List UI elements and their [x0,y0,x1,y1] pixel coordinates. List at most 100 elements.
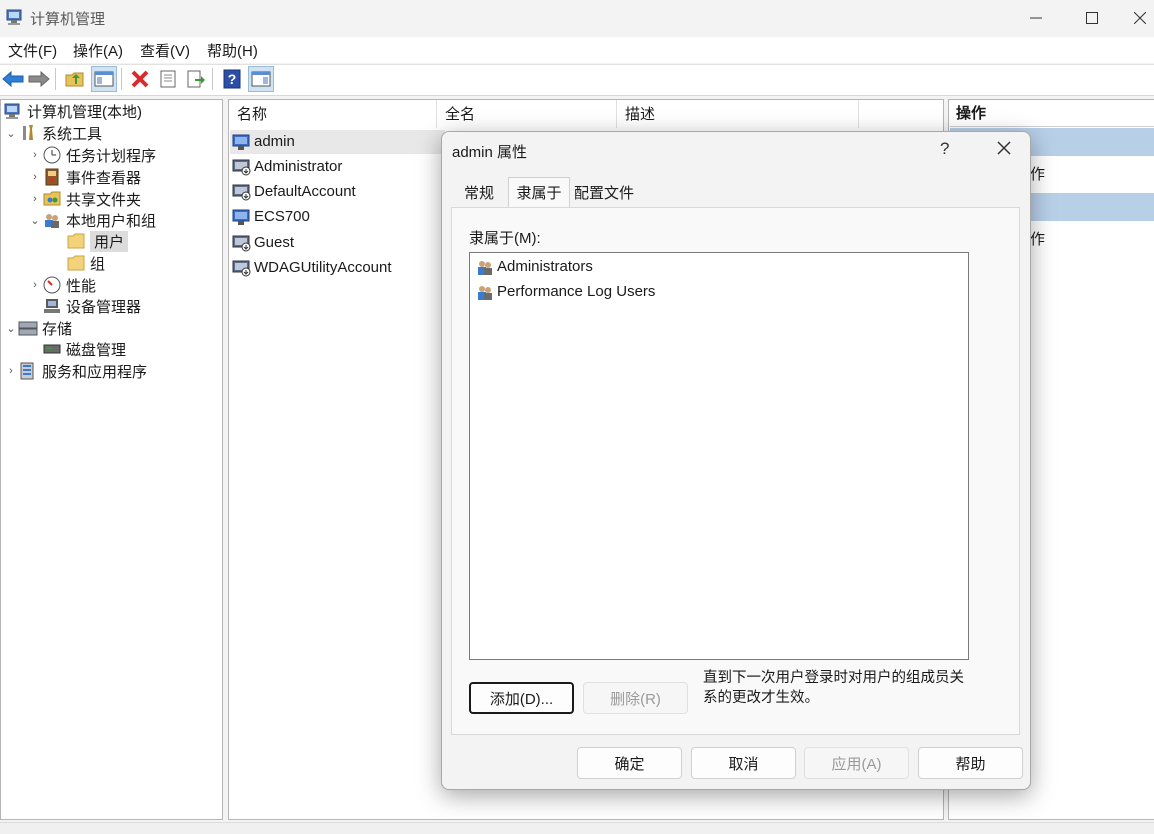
show-hide-console-tree-button[interactable] [91,66,117,92]
add-button[interactable]: 添加(D)... [469,682,574,714]
maximize-button[interactable] [1069,0,1115,36]
list-item[interactable]: WDAGUtilityAccount [232,255,392,280]
tree-item-system-tools[interactable]: ⌄ 系统工具 [4,122,102,144]
dialog-title: admin 属性 [452,144,528,161]
tree-item-label: 用户 [90,230,129,252]
chevron-right-icon[interactable]: › [28,279,42,291]
tree-item-storage[interactable]: ⌄ 存储 [4,317,72,339]
tree-item-label: 设备管理器 [66,298,142,316]
chevron-down-icon[interactable]: ⌄ [4,127,18,140]
actions-more-item[interactable]: 作 [1030,163,1045,184]
list-item[interactable]: Performance Log Users [475,279,655,304]
tools-icon [18,124,38,142]
folder-icon [66,254,86,272]
export-list-icon [187,70,205,88]
delete-button[interactable] [127,66,153,92]
tree-item-groups[interactable]: 组 [52,252,105,274]
clock-icon [42,146,62,164]
toolbar-separator [212,68,213,90]
shared-folder-icon [42,190,62,208]
back-button[interactable] [0,66,26,92]
list-item[interactable]: DefaultAccount [232,179,356,204]
tree-item-label: 组 [90,255,106,273]
tree-item-label: 性能 [66,277,97,295]
minimize-icon [1030,17,1042,19]
close-icon [997,141,1011,155]
help-button[interactable]: ? [219,66,245,92]
properties-button[interactable] [155,66,181,92]
actions-more-item[interactable]: 作 [1030,228,1045,249]
column-header-name[interactable]: 名称 [229,100,437,128]
column-header-fullname[interactable]: 全名 [437,100,617,128]
title-bar [0,0,1154,36]
forward-button[interactable] [26,66,52,92]
menu-file[interactable]: 文件(F) [8,40,57,61]
group-name: Administrators [497,258,593,275]
tree-item-label: 本地用户和组 [66,212,157,230]
tab-general[interactable]: 常规 [452,180,506,207]
user-name: WDAGUtilityAccount [254,259,392,276]
list-item[interactable]: admin [232,129,295,154]
chevron-right-icon[interactable]: › [28,149,42,161]
show-hide-action-pane-button[interactable] [248,66,274,92]
list-item[interactable]: Administrator [232,154,342,179]
dialog-close-button[interactable] [990,134,1018,162]
cancel-button[interactable]: 取消 [691,747,796,779]
tree-item-label: 事件查看器 [66,169,142,187]
group-icon [475,258,495,276]
help-button[interactable]: 帮助 [918,747,1023,779]
services-icon [18,362,38,380]
list-item[interactable]: Administrators [475,254,593,279]
menu-action[interactable]: 操作(A) [73,40,123,61]
remove-button[interactable]: 删除(R) [583,682,688,714]
tree-item-label: 任务计划程序 [66,147,157,165]
window-title: 计算机管理 [30,11,106,28]
minimize-button[interactable] [1013,0,1059,36]
chevron-right-icon[interactable]: › [28,193,42,205]
list-item[interactable]: ECS700 [232,204,310,229]
tree-item-event-viewer[interactable]: › 事件查看器 [28,166,141,188]
export-list-button[interactable] [183,66,209,92]
up-level-button[interactable] [62,66,88,92]
close-icon [1133,12,1146,24]
performance-icon [42,276,62,294]
status-bar [0,822,1154,834]
tree-item-task-scheduler[interactable]: › 任务计划程序 [28,144,156,166]
tree-root[interactable]: 计算机管理(本地) [3,100,142,122]
tree-item-local-users-groups[interactable]: ⌄ 本地用户和组 [28,209,156,231]
column-header-description[interactable]: 描述 [617,100,859,128]
chevron-right-icon[interactable]: › [4,365,18,377]
menu-view[interactable]: 查看(V) [140,40,190,61]
chevron-right-icon[interactable]: › [28,171,42,183]
delete-icon [131,70,149,88]
chevron-down-icon[interactable]: ⌄ [28,214,42,227]
member-of-list[interactable] [469,252,969,660]
folder-icon [66,232,86,250]
forward-arrow-icon [28,71,50,87]
close-button[interactable] [1125,0,1154,36]
member-of-label: 隶属于(M): [469,230,541,247]
user-icon [232,133,252,151]
user-name: ECS700 [254,208,310,225]
apply-button[interactable]: 应用(A) [804,747,909,779]
tree-item-shared-folders[interactable]: › 共享文件夹 [28,188,141,210]
tree-item-performance[interactable]: › 性能 [28,274,96,296]
list-item[interactable]: Guest [232,230,294,255]
chevron-down-icon[interactable]: ⌄ [4,322,18,335]
svg-text:?: ? [228,71,237,87]
tab-member-of[interactable]: 隶属于 [508,177,570,208]
ok-button[interactable]: 确定 [577,747,682,779]
toolbar-separator [55,68,56,90]
tree-item-device-manager[interactable]: 设备管理器 [28,295,141,317]
menu-help[interactable]: 帮助(H) [207,40,258,61]
tree-item-services-applications[interactable]: › 服务和应用程序 [4,360,147,382]
tree-item-disk-management[interactable]: 磁盘管理 [28,338,126,360]
up-folder-icon [65,72,84,87]
dialog-help-button[interactable]: ? [940,139,949,159]
actions-header: 操作 [950,101,1154,127]
toolbar-separator [121,68,122,90]
tree-item-users[interactable]: 用户 [52,230,129,252]
tab-profile[interactable]: 配置文件 [570,180,638,207]
back-arrow-icon [2,71,24,87]
membership-note: 直到下一次用户登录时对用户的组成员关系的更改才生效。 [703,670,964,706]
